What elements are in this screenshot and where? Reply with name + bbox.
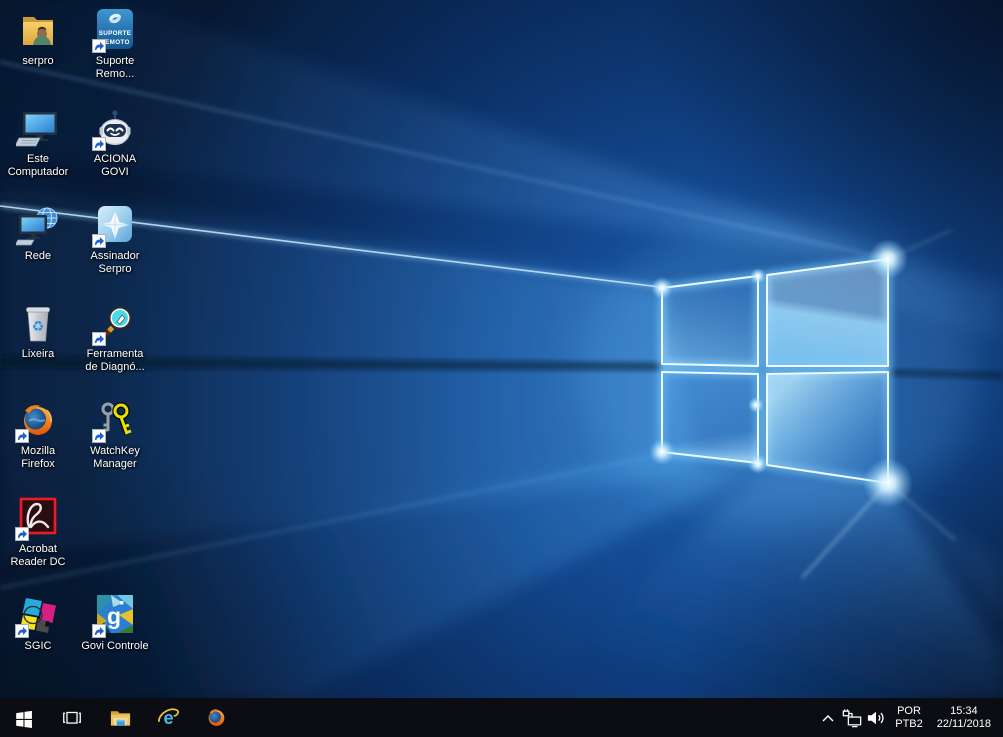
- desktop-icon-area: serpro SUPORTE REMOTO Suporte Remo... Es…: [0, 0, 1003, 698]
- recycle-bin-icon: ♻: [16, 301, 60, 345]
- shortcut-arrow-icon: [92, 624, 106, 638]
- desktop-icon-label: Rede: [24, 250, 52, 262]
- desktop-icon-label: Ferramenta de Diagnó...: [85, 348, 145, 373]
- desktop-icon-label: Acrobat Reader DC: [10, 543, 66, 568]
- desktop-icon-label: Este Computador: [7, 153, 69, 178]
- magnifier-diagnostic-icon: [92, 301, 137, 346]
- computer-icon: [16, 106, 60, 150]
- shortcut-arrow-icon: [92, 39, 106, 53]
- desktop-icon-este-computador[interactable]: Este Computador: [0, 106, 76, 179]
- user-folder-icon: [16, 8, 60, 52]
- desktop-icon-label: serpro: [22, 55, 54, 67]
- desktop-icon-acrobat-reader[interactable]: Acrobat Reader DC: [0, 496, 76, 569]
- shortcut-arrow-icon: [92, 137, 106, 151]
- desktop-icon-govi-controle[interactable]: g Govi Controle: [77, 593, 153, 653]
- desktop-icon-label: Suporte Remo...: [95, 55, 135, 80]
- sgic-icon: [15, 593, 60, 638]
- desktop-icon-label: WatchKey Manager: [90, 445, 140, 470]
- chevron-up-icon: [822, 714, 834, 722]
- language-indicator[interactable]: POR PTB2: [888, 705, 930, 731]
- keys-icon: [92, 398, 137, 443]
- start-button[interactable]: [0, 698, 48, 737]
- file-explorer-icon: [110, 711, 130, 726]
- acrobat-reader-icon: [15, 496, 60, 541]
- suporte-remoto-icon: SUPORTE REMOTO: [92, 8, 137, 53]
- taskbar: e POR PTB2 15:34 22/11/2018: [0, 698, 1003, 737]
- ethernet-network-icon: [842, 708, 862, 727]
- task-view-icon: [63, 711, 81, 724]
- desktop-icon-sgic[interactable]: SGIC: [0, 593, 76, 653]
- tray-chevron-button[interactable]: [816, 698, 840, 737]
- network-icon: [16, 203, 60, 247]
- desktop-icon-assinador-serpro[interactable]: Assinador Serpro: [77, 203, 153, 276]
- desktop-icon-label: Lixeira: [21, 348, 55, 360]
- internet-explorer-icon: e: [157, 708, 179, 728]
- shortcut-arrow-icon: [92, 332, 106, 346]
- desktop-icon-aciona-govi[interactable]: ACIONA GOVI: [77, 106, 153, 179]
- desktop-icon-suporte-remoto[interactable]: SUPORTE REMOTO Suporte Remo...: [77, 8, 153, 81]
- desktop-icon-label: SGIC: [24, 640, 52, 652]
- shortcut-arrow-icon: [92, 429, 106, 443]
- desktop-icon-label: Assinador Serpro: [90, 250, 140, 275]
- shortcut-arrow-icon: [15, 624, 29, 638]
- desktop-icon-rede[interactable]: Rede: [0, 203, 76, 263]
- desktop-icon-label: Govi Controle: [81, 640, 149, 652]
- svg-text:g: g: [107, 603, 121, 629]
- desktop-icon-mozilla-firefox[interactable]: Mozilla Firefox: [0, 398, 76, 471]
- firefox-icon: [15, 398, 60, 443]
- desktop-icon-ferramenta-diagnostico[interactable]: Ferramenta de Diagnó...: [77, 301, 153, 374]
- desktop-icon-label: ACIONA GOVI: [93, 153, 137, 178]
- govi-controle-icon: g: [92, 593, 137, 638]
- desktop-icon-watchkey-manager[interactable]: WatchKey Manager: [77, 398, 153, 471]
- desktop-icon-lixeira[interactable]: ♻ Lixeira: [0, 301, 76, 361]
- desktop-icon-label: Mozilla Firefox: [20, 445, 56, 470]
- windows-start-icon: [15, 710, 32, 728]
- shortcut-arrow-icon: [92, 234, 106, 248]
- shortcut-arrow-icon: [15, 527, 29, 541]
- firefox-icon: [208, 709, 224, 726]
- assinador-serpro-icon: [92, 203, 137, 248]
- tray-volume-button[interactable]: [864, 698, 888, 737]
- svg-text:♻: ♻: [32, 319, 45, 335]
- shortcut-arrow-icon: [15, 429, 29, 443]
- speaker-volume-icon: [868, 711, 884, 724]
- taskbar-clock[interactable]: 15:34 22/11/2018: [930, 705, 995, 731]
- windows-desktop: serpro SUPORTE REMOTO Suporte Remo... Es…: [0, 0, 1003, 737]
- task-view-button[interactable]: [48, 698, 96, 737]
- file-explorer-button[interactable]: [96, 698, 144, 737]
- svg-text:SUPORTE: SUPORTE: [99, 30, 132, 37]
- firefox-taskbar-button[interactable]: [192, 698, 240, 737]
- desktop-icon-serpro[interactable]: serpro: [0, 8, 76, 68]
- tray-network-button[interactable]: [840, 698, 864, 737]
- system-tray: POR PTB2 15:34 22/11/2018: [816, 698, 1003, 737]
- robot-icon: [92, 106, 137, 151]
- internet-explorer-button[interactable]: e: [144, 698, 192, 737]
